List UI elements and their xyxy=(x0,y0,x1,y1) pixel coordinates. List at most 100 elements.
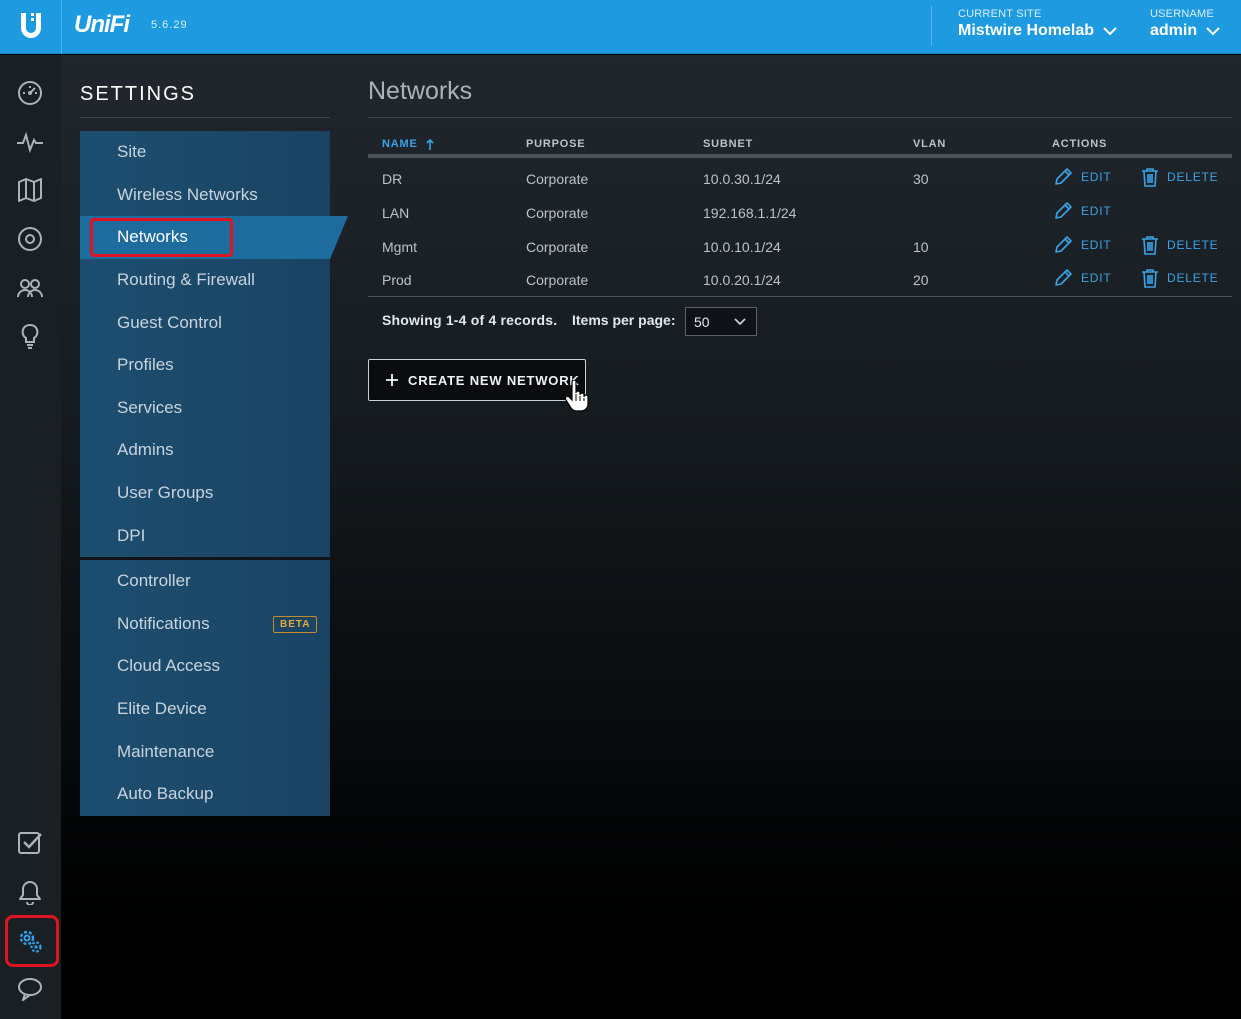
alerts-icon[interactable] xyxy=(15,877,45,907)
menu-item-routing-firewall[interactable]: Routing & Firewall xyxy=(80,259,330,302)
network-purpose: Corporate xyxy=(526,171,589,187)
network-vlan: 10 xyxy=(913,239,929,255)
menu-item-label: Networks xyxy=(117,227,188,247)
pencil-icon xyxy=(1055,202,1072,219)
username-caption: USERNAME xyxy=(1150,8,1214,20)
chat-icon[interactable] xyxy=(15,974,45,1004)
column-purpose[interactable]: PURPOSE xyxy=(526,138,585,150)
network-name: DR xyxy=(382,171,403,187)
active-menu-pointer xyxy=(330,216,348,259)
delete-button[interactable]: DELETE xyxy=(1141,235,1218,255)
items-per-page-select[interactable]: 50 xyxy=(685,307,757,336)
top-bar: UniFi 5.6.29 CURRENT SITE Mistwire Homel… xyxy=(0,0,1241,54)
clients-icon[interactable] xyxy=(15,273,45,303)
beta-badge: BETA xyxy=(273,615,318,633)
edit-button[interactable]: EDIT xyxy=(1053,235,1112,255)
menu-item-wireless-networks[interactable]: Wireless Networks xyxy=(80,174,330,217)
user-menu[interactable]: USERNAME admin xyxy=(1150,8,1220,40)
network-name: Mgmt xyxy=(382,239,417,255)
menu-item-elite-device[interactable]: Elite Device xyxy=(80,688,330,731)
menu-item-label: Admins xyxy=(117,440,174,460)
current-site-name: Mistwire Homelab xyxy=(958,22,1095,39)
delete-button[interactable]: DELETE xyxy=(1141,268,1218,288)
ubiquiti-logo-icon[interactable] xyxy=(17,11,45,41)
delete-label: DELETE xyxy=(1167,238,1219,252)
settings-menu: Site Wireless Networks Networks Routing … xyxy=(80,131,330,816)
network-purpose: Corporate xyxy=(526,205,589,221)
menu-item-auto-backup[interactable]: Auto Backup xyxy=(80,773,330,816)
trash-icon xyxy=(1142,269,1158,288)
items-per-page-label: Items per page: xyxy=(572,312,676,328)
plus-icon xyxy=(386,374,398,386)
dashboard-icon[interactable] xyxy=(15,78,45,108)
settings-group-site: Site Wireless Networks Networks Routing … xyxy=(80,131,330,557)
edit-label: EDIT xyxy=(1081,170,1112,184)
delete-button[interactable]: DELETE xyxy=(1141,167,1218,187)
menu-item-label: Elite Device xyxy=(117,699,207,719)
column-name[interactable]: NAME xyxy=(382,138,434,150)
column-subnet[interactable]: SUBNET xyxy=(703,138,753,150)
menu-item-label: Routing & Firewall xyxy=(117,270,255,290)
logo-divider xyxy=(61,0,62,54)
arrow-up-icon xyxy=(426,138,434,150)
menu-item-label: Cloud Access xyxy=(117,656,220,676)
username-value: admin xyxy=(1150,22,1198,39)
create-new-network-label: CREATE NEW NETWORK xyxy=(408,372,580,388)
menu-item-label: Controller xyxy=(117,571,191,591)
statistics-icon[interactable] xyxy=(15,127,45,157)
trash-icon xyxy=(1142,236,1158,255)
delete-label: DELETE xyxy=(1167,170,1219,184)
table-row: DR Corporate 10.0.30.1/24 30 EDIT DELETE xyxy=(368,161,1232,195)
site-selector[interactable]: CURRENT SITE Mistwire Homelab xyxy=(958,8,1117,40)
edit-label: EDIT xyxy=(1081,271,1112,285)
menu-item-label: Auto Backup xyxy=(117,784,214,804)
column-vlan[interactable]: VLAN xyxy=(913,138,946,150)
settings-divider xyxy=(80,117,330,118)
menu-item-networks[interactable]: Networks xyxy=(80,216,330,259)
devices-icon[interactable] xyxy=(15,224,45,254)
page-title: Networks xyxy=(368,77,473,105)
chevron-down-icon xyxy=(734,318,746,326)
table-row: Mgmt Corporate 10.0.10.1/24 10 EDIT DELE… xyxy=(368,229,1232,263)
network-vlan: 30 xyxy=(913,171,929,187)
menu-item-label: Site xyxy=(117,142,147,162)
menu-item-label: Services xyxy=(117,397,183,417)
create-new-network-button[interactable]: CREATE NEW NETWORK xyxy=(368,359,586,401)
table-divider xyxy=(368,296,1232,297)
map-icon[interactable] xyxy=(15,175,45,205)
icon-rail xyxy=(0,55,61,1019)
network-purpose: Corporate xyxy=(526,239,589,255)
menu-item-services[interactable]: Services xyxy=(80,387,330,430)
brand-name: UniFi xyxy=(74,11,130,38)
network-purpose: Corporate xyxy=(526,272,589,288)
settings-group-controller: Controller Notifications BETA Cloud Acce… xyxy=(80,559,330,816)
header-divider xyxy=(931,6,932,46)
column-actions: ACTIONS xyxy=(1052,138,1108,150)
menu-item-maintenance[interactable]: Maintenance xyxy=(80,730,330,773)
edit-button[interactable]: EDIT xyxy=(1053,201,1112,221)
chevron-down-icon xyxy=(1103,26,1117,35)
version-label: 5.6.29 xyxy=(151,19,188,31)
table-row: Prod Corporate 10.0.20.1/24 20 EDIT DELE… xyxy=(368,262,1232,296)
edit-button[interactable]: EDIT xyxy=(1053,268,1112,288)
menu-item-admins[interactable]: Admins xyxy=(80,429,330,472)
menu-item-user-groups[interactable]: User Groups xyxy=(80,472,330,515)
title-divider xyxy=(368,117,1232,118)
edit-label: EDIT xyxy=(1081,204,1112,218)
chevron-down-icon xyxy=(1206,26,1220,35)
events-icon[interactable] xyxy=(15,828,45,858)
items-per-page-value: 50 xyxy=(694,313,710,330)
table-header: NAME PURPOSE SUBNET VLAN ACTIONS xyxy=(368,132,1232,158)
menu-item-site[interactable]: Site xyxy=(80,131,330,174)
settings-icon[interactable] xyxy=(15,926,45,956)
menu-item-controller[interactable]: Controller xyxy=(80,560,330,603)
edit-button[interactable]: EDIT xyxy=(1053,167,1112,187)
network-vlan: 20 xyxy=(913,272,929,288)
menu-item-profiles[interactable]: Profiles xyxy=(80,344,330,387)
menu-item-guest-control[interactable]: Guest Control xyxy=(80,301,330,344)
menu-item-dpi[interactable]: DPI xyxy=(80,514,330,557)
menu-item-cloud-access[interactable]: Cloud Access xyxy=(80,645,330,688)
menu-item-label: Wireless Networks xyxy=(117,184,258,204)
insights-icon[interactable] xyxy=(15,321,45,351)
menu-item-notifications[interactable]: Notifications BETA xyxy=(80,603,330,646)
